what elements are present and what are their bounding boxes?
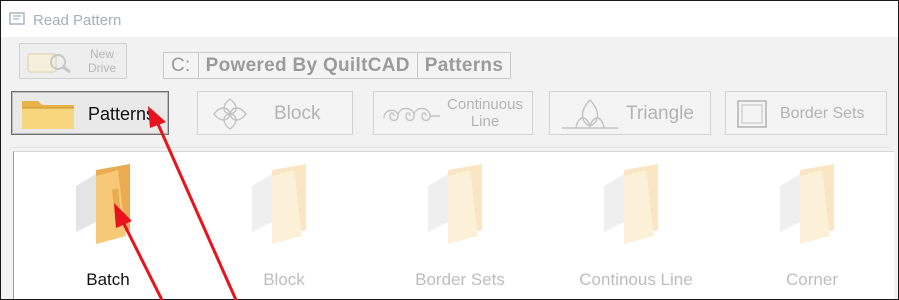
window-app-icon bbox=[9, 12, 25, 25]
folder-icon bbox=[604, 164, 658, 244]
folder-icon bbox=[252, 164, 306, 244]
folder-item-block[interactable]: Block bbox=[204, 152, 364, 299]
triangle-knot-icon bbox=[562, 99, 618, 129]
tab-border-sets[interactable]: Border Sets bbox=[725, 91, 887, 135]
folder-name: Continous Line bbox=[579, 270, 693, 289]
folder-name: Border Sets bbox=[415, 270, 505, 289]
breadcrumb-drive[interactable]: C: bbox=[164, 53, 199, 78]
folder-name: Corner bbox=[786, 270, 838, 289]
tab-block[interactable]: Block bbox=[197, 91, 353, 135]
folder-item-continous-line[interactable]: Continous Line bbox=[556, 152, 716, 299]
tab-triangle-label: Triangle bbox=[626, 103, 694, 124]
folder-item-corner[interactable]: Corner bbox=[732, 152, 892, 299]
new-drive-icon bbox=[27, 53, 71, 74]
block-knot-icon bbox=[213, 98, 247, 130]
tabs-divider bbox=[11, 147, 889, 148]
title-bar: Read Pattern bbox=[1, 1, 898, 37]
tab-border-sets-label: Border Sets bbox=[780, 105, 865, 122]
folder-grid: Batch Block Border Sets Continous Line C… bbox=[13, 151, 894, 299]
read-pattern-window: Read Pattern New Drive C: Powered By Qui… bbox=[0, 0, 899, 300]
tab-continuous-line[interactable]: Continuous Line bbox=[373, 91, 533, 135]
breadcrumb-powered-by-quiltcad[interactable]: Powered By QuiltCAD bbox=[199, 53, 418, 78]
tab-patterns-label: Patterns bbox=[88, 104, 156, 124]
border-sets-icon bbox=[737, 100, 767, 128]
new-drive-label: New Drive bbox=[87, 47, 116, 75]
continuous-line-icon bbox=[383, 107, 440, 122]
tab-continuous-line-label: Continuous Line bbox=[447, 96, 523, 130]
folder-icon bbox=[22, 101, 74, 129]
folder-name: Block bbox=[263, 270, 305, 289]
folder-item-batch[interactable]: Batch bbox=[28, 152, 188, 299]
folder-icon bbox=[76, 164, 130, 244]
breadcrumb: C: Powered By QuiltCAD Patterns bbox=[163, 52, 512, 79]
tab-patterns[interactable]: Patterns bbox=[11, 91, 169, 135]
new-drive-button[interactable]: New Drive bbox=[19, 43, 127, 79]
folder-item-border-sets[interactable]: Border Sets bbox=[380, 152, 540, 299]
tab-block-label: Block bbox=[274, 103, 321, 124]
category-tabs: Patterns Block Continuous Line Triangle bbox=[1, 83, 898, 145]
folder-name: Batch bbox=[86, 270, 130, 289]
folder-icon bbox=[428, 164, 482, 244]
tab-triangle[interactable]: Triangle bbox=[549, 91, 711, 135]
breadcrumb-patterns[interactable]: Patterns bbox=[418, 53, 510, 78]
folder-icon bbox=[780, 164, 834, 244]
window-title: Read Pattern bbox=[33, 12, 122, 29]
